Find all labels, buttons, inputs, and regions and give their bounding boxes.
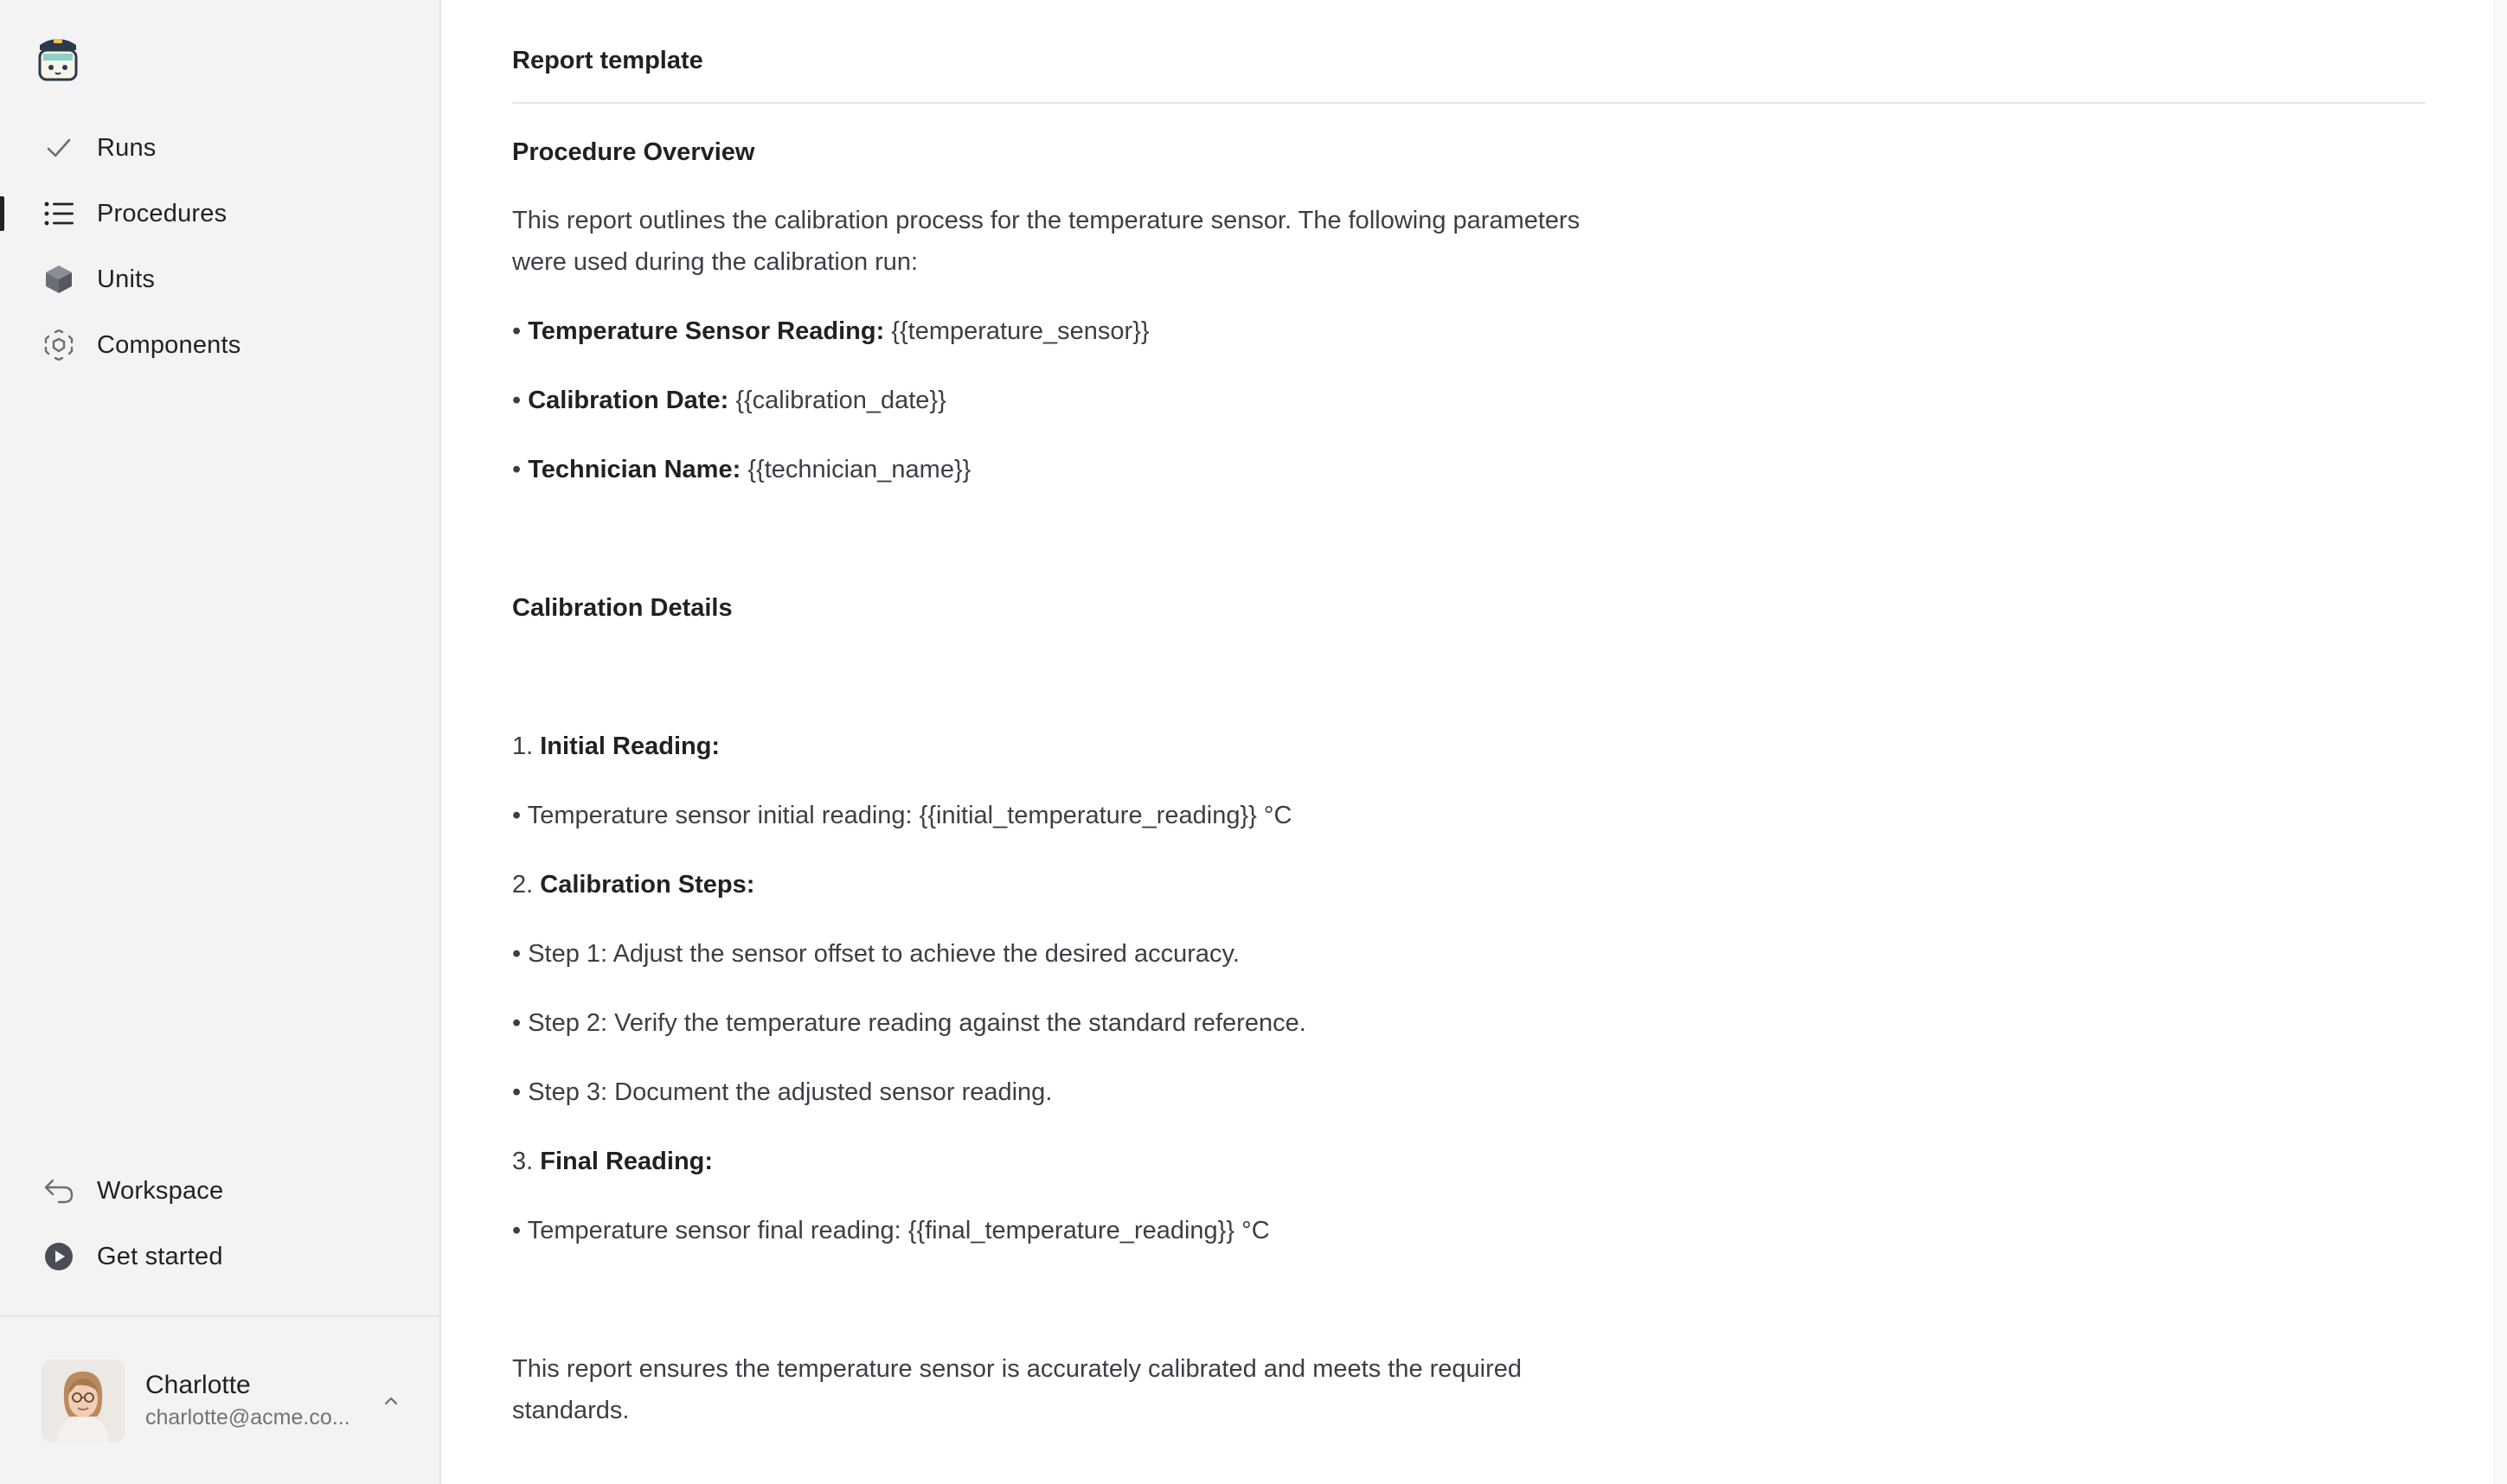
nav-item-label: Components xyxy=(97,330,241,359)
nav-item-units[interactable]: Units xyxy=(0,246,439,312)
param-item: • Temperature Sensor Reading: {{temperat… xyxy=(512,317,1150,345)
step-bullet: • Step 1: Adjust the sensor offset to ac… xyxy=(512,940,1240,968)
step-number: 1. xyxy=(512,732,534,760)
section-heading-overview: Procedure Overview xyxy=(512,138,755,166)
param-item: • Technician Name: {{technician_name}} xyxy=(512,456,971,483)
cube-icon xyxy=(42,262,76,297)
nav-item-procedures[interactable]: Procedures xyxy=(0,181,439,246)
step-bullet-text: Step 2: Verify the temperature reading a… xyxy=(528,1009,1306,1037)
param-value: {{calibration_date}} xyxy=(735,387,946,414)
step-label: Calibration Steps: xyxy=(540,871,755,899)
divider xyxy=(512,102,2426,104)
closing-paragraph-line: standards. xyxy=(512,1397,630,1424)
nav-item-runs[interactable]: Runs xyxy=(0,115,439,181)
nav-item-get-started[interactable]: Get started xyxy=(0,1224,439,1289)
nav-item-label: Workspace xyxy=(97,1176,224,1205)
step-bullet-text: Temperature sensor initial reading: {{in… xyxy=(527,802,1292,829)
param-item: • Calibration Date: {{calibration_date}} xyxy=(512,387,946,414)
list-icon xyxy=(42,196,76,231)
nav-item-label: Get started xyxy=(97,1242,223,1270)
page-title: Report template xyxy=(512,47,703,74)
section-heading-details: Calibration Details xyxy=(512,594,733,622)
step-heading: 3. Final Reading: xyxy=(512,1144,713,1179)
user-menu[interactable]: Charlotte charlotte@acme.co... xyxy=(42,1358,405,1444)
intro-paragraph-line: This report outlines the calibration pro… xyxy=(512,207,1580,234)
user-name: Charlotte xyxy=(145,1371,251,1399)
closing-paragraph-line: This report ensures the temperature sens… xyxy=(512,1355,1523,1383)
scrollbar[interactable] xyxy=(2494,0,2507,1484)
step-heading: 1. Initial Reading: xyxy=(512,729,720,764)
secondary-nav: Workspace Get started xyxy=(0,1158,439,1289)
param-value: {{technician_name}} xyxy=(747,456,971,483)
user-email: charlotte@acme.co... xyxy=(145,1405,350,1430)
nav-item-components[interactable]: Components xyxy=(0,312,439,378)
param-label: Temperature Sensor Reading: xyxy=(528,317,885,345)
primary-nav: Runs Procedures Units Components xyxy=(0,115,439,378)
step-number: 2. xyxy=(512,871,534,899)
main-content: Report template Procedure Overview This … xyxy=(441,0,2507,1484)
step-bullet-text: Step 3: Document the adjusted sensor rea… xyxy=(528,1078,1053,1106)
step-bullet: • Step 2: Verify the temperature reading… xyxy=(512,1009,1306,1037)
back-arrow-icon xyxy=(42,1174,76,1208)
play-circle-icon xyxy=(42,1239,76,1274)
chevron-up-icon[interactable] xyxy=(377,1387,405,1415)
step-bullet-text: Temperature sensor final reading: {{fina… xyxy=(527,1217,1270,1244)
nav-item-label: Units xyxy=(97,265,156,293)
step-number: 3. xyxy=(512,1148,534,1175)
divider xyxy=(0,1315,439,1317)
app-logo-icon[interactable] xyxy=(35,33,81,85)
param-label: Technician Name: xyxy=(528,456,741,483)
nav-item-label: Runs xyxy=(97,133,157,162)
avatar xyxy=(42,1359,125,1442)
sidebar: Runs Procedures Units Components Workspa… xyxy=(0,0,441,1484)
app-window: Runs Procedures Units Components Workspa… xyxy=(0,0,2507,1484)
step-heading: 2. Calibration Steps: xyxy=(512,867,754,902)
param-label: Calibration Date: xyxy=(528,387,729,414)
check-icon xyxy=(42,131,76,165)
step-bullet: • Step 3: Document the adjusted sensor r… xyxy=(512,1078,1053,1106)
step-bullet: • Temperature sensor initial reading: {{… xyxy=(512,802,1292,829)
intro-paragraph-line: were used during the calibration run: xyxy=(512,248,919,276)
nav-item-label: Procedures xyxy=(97,199,228,227)
user-info: Charlotte charlotte@acme.co... xyxy=(145,1369,353,1433)
components-icon xyxy=(42,328,76,362)
nav-item-workspace[interactable]: Workspace xyxy=(0,1158,439,1224)
step-bullet: • Temperature sensor final reading: {{fi… xyxy=(512,1217,1270,1244)
step-label: Final Reading: xyxy=(540,1148,714,1175)
step-bullet-text: Step 1: Adjust the sensor offset to achi… xyxy=(528,940,1240,968)
param-value: {{temperature_sensor}} xyxy=(891,317,1150,345)
step-label: Initial Reading: xyxy=(540,732,721,760)
